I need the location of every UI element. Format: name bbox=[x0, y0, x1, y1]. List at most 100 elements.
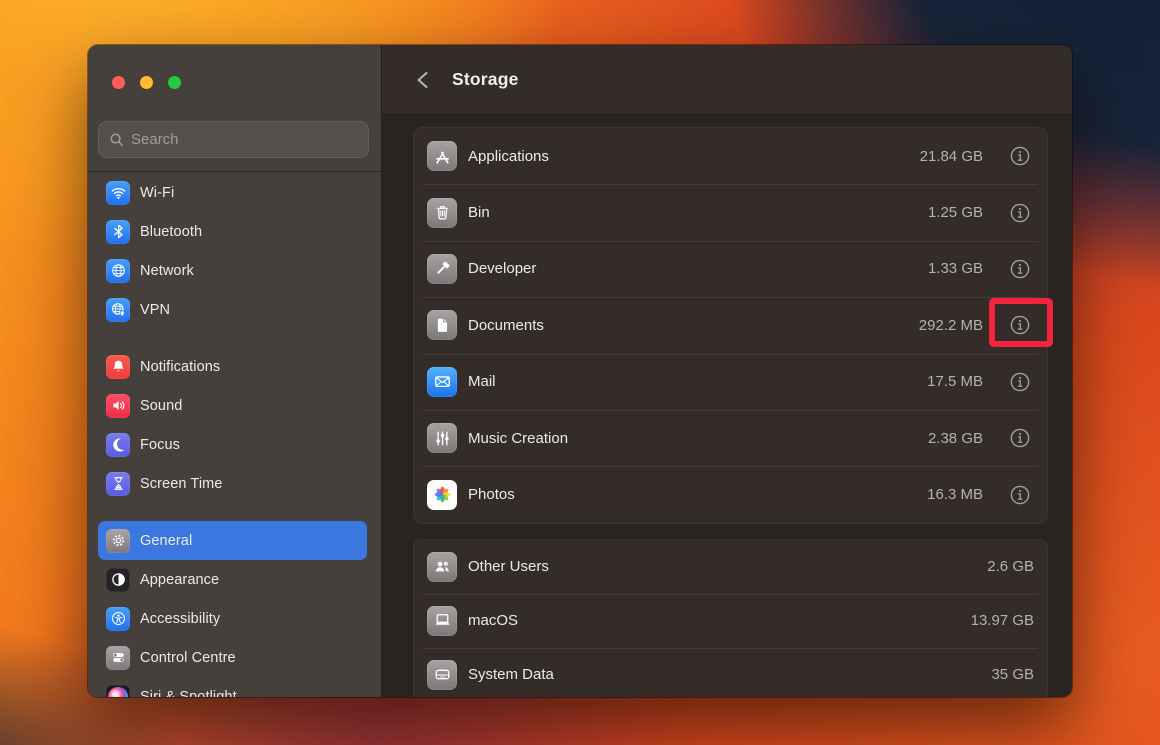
search-icon bbox=[109, 132, 124, 147]
sidebar-item-focus[interactable]: Focus bbox=[98, 425, 367, 464]
sidebar-item-label: Appearance bbox=[140, 572, 219, 588]
envelope-icon bbox=[427, 367, 457, 397]
sidebar-group: Notifications Sound Focus Screen Time bbox=[88, 347, 381, 503]
storage-row-bin: Bin 1.25 GB bbox=[414, 184, 1047, 240]
storage-row-value: 16.3 MB bbox=[927, 486, 983, 503]
minimize-button[interactable] bbox=[140, 76, 153, 89]
desktop-wallpaper: Wi-Fi Bluetooth Network VPN Notifications Sou… bbox=[0, 0, 1160, 745]
window-controls bbox=[88, 45, 381, 121]
annotation-highlight-box bbox=[989, 298, 1053, 347]
sidebar-item-label: Siri & Spotlight bbox=[140, 689, 237, 698]
siri-icon bbox=[106, 685, 130, 698]
storage-row-music-creation: Music Creation 2.38 GB bbox=[414, 410, 1047, 466]
drive-icon bbox=[427, 660, 457, 690]
developer-info-button[interactable] bbox=[1010, 259, 1030, 279]
laptop-icon bbox=[427, 606, 457, 636]
storage-row-macos: macOS 13.97 GB bbox=[414, 594, 1047, 648]
sidebar-item-wifi[interactable]: Wi-Fi bbox=[98, 173, 367, 212]
bluetooth-icon bbox=[106, 220, 130, 244]
sidebar-item-label: Screen Time bbox=[140, 476, 223, 492]
applications-info-button[interactable] bbox=[1010, 146, 1030, 166]
settings-sidebar: Wi-Fi Bluetooth Network VPN Notifications Sou… bbox=[88, 45, 382, 697]
storage-row-value: 21.84 GB bbox=[920, 148, 983, 165]
sidebar-group: Wi-Fi Bluetooth Network VPN bbox=[88, 173, 381, 329]
hourglass-icon bbox=[106, 472, 130, 496]
sidebar-item-notifications[interactable]: Notifications bbox=[98, 347, 367, 386]
bell-icon bbox=[106, 355, 130, 379]
storage-row-value: 2.38 GB bbox=[928, 430, 983, 447]
hammer-icon bbox=[427, 254, 457, 284]
sidebar-item-appearance[interactable]: Appearance bbox=[98, 560, 367, 599]
storage-row-label: Bin bbox=[468, 204, 490, 221]
storage-pane: Storage Applications 21.84 GB Bin 1.25 GB De… bbox=[382, 45, 1072, 697]
sidebar-item-screen-time[interactable]: Screen Time bbox=[98, 464, 367, 503]
sidebar-item-label: Network bbox=[140, 263, 194, 279]
sidebar-item-label: VPN bbox=[140, 302, 170, 318]
sidebar-item-vpn[interactable]: VPN bbox=[98, 290, 367, 329]
gear-icon bbox=[106, 529, 130, 553]
sidebar-item-network[interactable]: Network bbox=[98, 251, 367, 290]
document-icon bbox=[427, 310, 457, 340]
sidebar-item-bluetooth[interactable]: Bluetooth bbox=[98, 212, 367, 251]
storage-row-label: Music Creation bbox=[468, 430, 568, 447]
storage-row-label: Developer bbox=[468, 260, 536, 277]
storage-row-label: Applications bbox=[468, 148, 549, 165]
sidebar-item-label: Control Centre bbox=[140, 650, 236, 666]
pane-header: Storage bbox=[382, 45, 1072, 115]
storage-row-value: 35 GB bbox=[991, 666, 1034, 683]
sidebar-nav: Wi-Fi Bluetooth Network VPN Notifications Sou… bbox=[88, 171, 381, 697]
storage-row-system-data: System Data 35 GB bbox=[414, 648, 1047, 697]
sidebar-item-accessibility[interactable]: Accessibility bbox=[98, 599, 367, 638]
storage-row-value: 292.2 MB bbox=[919, 317, 983, 334]
storage-row-label: System Data bbox=[468, 666, 554, 683]
photos-info-button[interactable] bbox=[1010, 485, 1030, 505]
sidebar-item-label: Sound bbox=[140, 398, 182, 414]
mail-info-button[interactable] bbox=[1010, 372, 1030, 392]
globe-icon bbox=[106, 259, 130, 283]
storage-row-label: macOS bbox=[468, 612, 518, 629]
bin-info-button[interactable] bbox=[1010, 203, 1030, 223]
toggles-icon bbox=[106, 646, 130, 670]
accessibility-icon bbox=[106, 607, 130, 631]
storage-row-other-users: Other Users 2.6 GB bbox=[414, 540, 1047, 594]
sidebar-item-label: Bluetooth bbox=[140, 224, 202, 240]
search-input[interactable] bbox=[131, 131, 358, 148]
storage-row-value: 17.5 MB bbox=[927, 373, 983, 390]
faders-icon bbox=[427, 423, 457, 453]
storage-row-value: 1.33 GB bbox=[928, 260, 983, 277]
wifi-icon bbox=[106, 181, 130, 205]
storage-row-label: Photos bbox=[468, 486, 515, 503]
storage-row-photos: Photos 16.3 MB bbox=[414, 466, 1047, 522]
sidebar-item-label: Wi-Fi bbox=[140, 185, 174, 201]
page-title: Storage bbox=[452, 69, 519, 90]
trash-icon bbox=[427, 198, 457, 228]
back-button[interactable] bbox=[410, 68, 434, 92]
storage-row-value: 2.6 GB bbox=[987, 558, 1034, 575]
sidebar-item-sound[interactable]: Sound bbox=[98, 386, 367, 425]
globe-shield-icon bbox=[106, 298, 130, 322]
sidebar-item-label: Focus bbox=[140, 437, 180, 453]
sidebar-item-general[interactable]: General bbox=[98, 521, 367, 560]
sidebar-item-control-centre[interactable]: Control Centre bbox=[98, 638, 367, 677]
sidebar-item-siri-spotlight[interactable]: Siri & Spotlight bbox=[98, 677, 367, 697]
sidebar-item-label: Accessibility bbox=[140, 611, 220, 627]
storage-row-documents: Documents 292.2 MB bbox=[414, 297, 1047, 353]
storage-row-label: Mail bbox=[468, 373, 496, 390]
storage-row-developer: Developer 1.33 GB bbox=[414, 241, 1047, 297]
zoom-button[interactable] bbox=[168, 76, 181, 89]
search-field[interactable] bbox=[98, 121, 369, 158]
sidebar-item-label: General bbox=[140, 533, 192, 549]
storage-row-mail: Mail 17.5 MB bbox=[414, 354, 1047, 410]
system-settings-window: Wi-Fi Bluetooth Network VPN Notifications Sou… bbox=[88, 45, 1072, 697]
close-button[interactable] bbox=[112, 76, 125, 89]
storage-row-applications: Applications 21.84 GB bbox=[414, 128, 1047, 184]
sidebar-group: General Appearance Accessibility Control Ce… bbox=[88, 521, 381, 697]
music-creation-info-button[interactable] bbox=[1010, 428, 1030, 448]
storage-row-value: 13.97 GB bbox=[971, 612, 1034, 629]
storage-row-label: Documents bbox=[468, 317, 544, 334]
storage-row-value: 1.25 GB bbox=[928, 204, 983, 221]
speaker-icon bbox=[106, 394, 130, 418]
appstore-icon bbox=[427, 141, 457, 171]
storage-card: Other Users 2.6 GB macOS 13.97 GB System Dat… bbox=[413, 539, 1048, 697]
storage-row-label: Other Users bbox=[468, 558, 549, 575]
